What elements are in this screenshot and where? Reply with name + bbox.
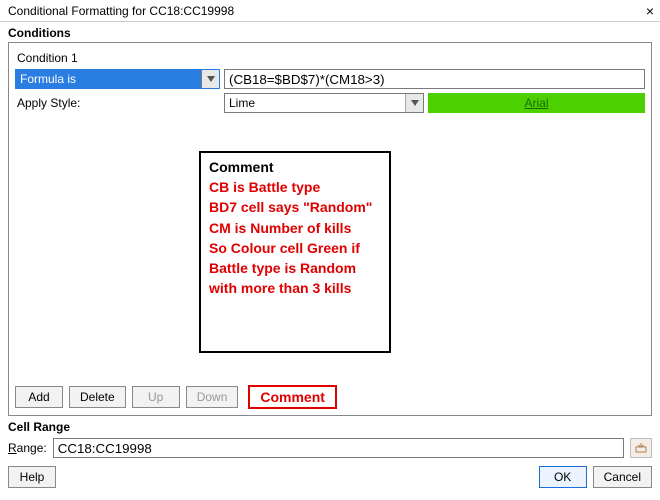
window-title: Conditional Formatting for CC18:CC19998: [8, 4, 234, 18]
title-bar: Conditional Formatting for CC18:CC19998 …: [0, 0, 660, 22]
comment-line: BD7 cell says "Random": [209, 197, 381, 217]
comment-line: CM is Number of kills: [209, 218, 381, 238]
cancel-button[interactable]: Cancel: [593, 466, 652, 488]
apply-style-row: Apply Style: Lime Arial: [15, 93, 645, 113]
shrink-icon[interactable]: [630, 438, 652, 458]
chevron-down-icon[interactable]: [201, 70, 219, 88]
style-combo-value: Lime: [225, 96, 405, 110]
help-button[interactable]: Help: [8, 466, 56, 488]
comment-line: So Colour cell Green if: [209, 238, 381, 258]
delete-button[interactable]: Delete: [69, 386, 126, 408]
chevron-down-icon[interactable]: [405, 94, 423, 112]
cell-range-row: Range:: [0, 436, 660, 462]
condition-button-row: Add Delete Up Down Comment: [15, 385, 337, 409]
ok-button[interactable]: OK: [539, 466, 587, 488]
formula-input[interactable]: [224, 69, 645, 89]
comment-box: Comment CB is Battle type BD7 cell says …: [199, 151, 391, 353]
down-button: Down: [186, 386, 239, 408]
comment-box-title: Comment: [209, 159, 381, 175]
apply-style-label: Apply Style:: [15, 96, 220, 110]
range-label: Range:: [8, 441, 47, 455]
cell-range-section-label: Cell Range: [0, 416, 660, 436]
condition-type-value: Formula is: [16, 72, 201, 86]
style-combo[interactable]: Lime: [224, 93, 424, 113]
condition-type-combo[interactable]: Formula is: [15, 69, 220, 89]
conditions-panel: Condition 1 Formula is Apply Style: Lime…: [8, 42, 652, 416]
comment-line: with more than 3 kills: [209, 278, 381, 298]
style-preview: Arial: [428, 93, 645, 113]
condition-header: Condition 1: [15, 49, 645, 69]
range-input[interactable]: [53, 438, 624, 458]
conditions-section-label: Conditions: [0, 22, 660, 42]
dialog-footer: Help OK Cancel: [0, 462, 660, 494]
comment-button[interactable]: Comment: [248, 385, 337, 409]
close-icon[interactable]: ×: [646, 4, 654, 18]
comment-line: CB is Battle type: [209, 177, 381, 197]
comment-line: Battle type is Random: [209, 258, 381, 278]
add-button[interactable]: Add: [15, 386, 63, 408]
condition-type-row: Formula is: [15, 69, 645, 89]
up-button: Up: [132, 386, 180, 408]
